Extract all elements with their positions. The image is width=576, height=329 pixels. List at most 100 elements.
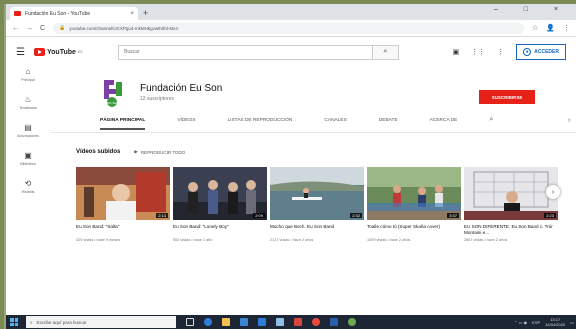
- clock[interactable]: 13:17 14/04/2020: [545, 317, 565, 327]
- video-thumbnail[interactable]: 2:13: [76, 167, 170, 220]
- account-icon: ●: [523, 48, 532, 56]
- rail-label: Historial: [21, 190, 35, 194]
- tab-videos[interactable]: VÍDEOS: [177, 118, 195, 130]
- video-thumbnail[interactable]: 2:32: [270, 167, 364, 220]
- tab-about[interactable]: ACERCA DE: [430, 118, 458, 130]
- uploads-shelf-header: Vídeos subidos ▶ REPRODUCIR TODO: [76, 149, 185, 155]
- rail-label: Biblioteca: [20, 162, 36, 166]
- browser-menu-icon[interactable]: ⋮: [563, 24, 570, 32]
- tab-channels[interactable]: CANALES: [324, 118, 346, 130]
- left-rail: ⌂ Principal ♨ Tendencias ▤ Suscripciones…: [6, 67, 50, 207]
- video-thumbnail[interactable]: 3:37: [367, 167, 461, 220]
- search-input[interactable]: [118, 44, 373, 60]
- windows-taskbar: ⌕ Escribe aquí para buscar ⌃ ▭ ◉ ESP 13:…: [6, 315, 576, 329]
- shelf-next-button[interactable]: ›: [546, 185, 560, 199]
- video-meta: 2867 vistas • hace 2 años: [464, 238, 508, 242]
- window-controls[interactable]: – □ ×: [494, 6, 570, 13]
- tab-divider: [50, 132, 576, 133]
- video-title[interactable]: Mucho que Bech. Eu Son Band: [270, 224, 364, 236]
- new-tab-button[interactable]: +: [143, 7, 148, 20]
- language-indicator[interactable]: ESP: [532, 320, 540, 325]
- sign-in-label: ACCEDER: [534, 49, 559, 55]
- windows-start-icon[interactable]: [10, 318, 18, 326]
- video-title[interactable]: Eu Son Band: "Lonely Boy": [173, 224, 267, 236]
- app-icon[interactable]: [276, 318, 284, 326]
- sign-in-button[interactable]: ● ACCEDER: [516, 44, 566, 60]
- channel-header: eu son Fundación Eu Son 12 suscriptores: [98, 76, 222, 108]
- settings-more-icon[interactable]: ⋮: [497, 48, 504, 56]
- subscriber-count: 12 suscriptores: [140, 95, 174, 102]
- star-icon[interactable]: ☆: [532, 24, 538, 32]
- address-bar: ← → C 🔒 youtube.com/channel/UCXPgu4-mkMH…: [6, 20, 576, 37]
- close-tab-icon[interactable]: ×: [130, 11, 134, 17]
- clock-date: 14/04/2020: [545, 322, 566, 327]
- video-card[interactable]: 2:32 Mucho que Bech. Eu Son Band 2127 vi…: [270, 167, 364, 242]
- video-duration: 2:23: [544, 213, 556, 218]
- play-all-button[interactable]: ▶ REPRODUCIR TODO: [134, 149, 185, 155]
- chrome-icon[interactable]: [312, 318, 320, 326]
- profile-icon[interactable]: 👤: [546, 24, 555, 32]
- tab-title: Fundación Eu Son - YouTube: [25, 10, 91, 17]
- shelf-title[interactable]: Vídeos subidos: [76, 149, 120, 155]
- url-text: youtube.com/channel/UCXPgu4-mkMHkgvwth0h…: [69, 25, 178, 31]
- rail-item-library[interactable]: ▣ Biblioteca: [20, 151, 35, 166]
- trending-icon: ♨: [24, 95, 32, 104]
- task-view-icon[interactable]: [186, 318, 194, 326]
- video-card[interactable]: 3:37 Toalle cómo tú (Super Skaña cover) …: [367, 167, 461, 242]
- browser-tab[interactable]: Fundación Eu Son - YouTube ×: [10, 7, 138, 20]
- video-card[interactable]: 2:13 Eu Son Band: "Salta" 429 vistas • h…: [76, 167, 170, 242]
- notifications-icon[interactable]: ▭: [570, 320, 574, 325]
- edge-icon[interactable]: [204, 318, 212, 326]
- rail-item-trending[interactable]: ♨ Tendencias: [19, 95, 37, 110]
- file-explorer-icon[interactable]: [222, 318, 230, 326]
- video-thumbnail[interactable]: 2:23: [464, 167, 558, 220]
- rail-item-home[interactable]: ⌂ Principal: [21, 67, 34, 82]
- reload-icon[interactable]: C: [40, 25, 45, 32]
- app-icon[interactable]: [348, 318, 356, 326]
- youtube-logo-text: YouTube: [47, 48, 76, 56]
- youtube-logo[interactable]: YouTube ES: [34, 48, 106, 56]
- library-icon: ▣: [24, 151, 32, 160]
- tab-playlists[interactable]: LISTAS DE REPRODUCCIÓN: [227, 118, 292, 130]
- system-tray-icons[interactable]: ⌃ ▭ ◉: [514, 320, 527, 325]
- app-icon[interactable]: [294, 318, 302, 326]
- play-icon: ▶: [134, 149, 138, 154]
- rail-item-subscriptions[interactable]: ▤ Suscripciones: [17, 123, 39, 138]
- video-thumbnail[interactable]: 2:09: [173, 167, 267, 220]
- video-duration: 2:32: [350, 213, 362, 218]
- video-meta: 552 vistas • hace 1 año: [173, 238, 213, 242]
- word-icon[interactable]: [330, 318, 338, 326]
- rail-label: Suscripciones: [17, 134, 39, 138]
- chevron-right-icon[interactable]: ›: [568, 117, 570, 124]
- forward-icon[interactable]: →: [26, 25, 33, 32]
- channel-search-icon[interactable]: ⌕: [489, 116, 493, 130]
- video-title[interactable]: Toalle cómo tú (Super Skaña cover): [367, 224, 461, 236]
- store-icon[interactable]: [240, 318, 248, 326]
- mail-icon[interactable]: [258, 318, 266, 326]
- history-icon: ⟲: [24, 179, 32, 188]
- subscribe-button[interactable]: SUSCRIBIRSE: [479, 90, 535, 104]
- video-meta: 1009 vistas • hace 2 años: [367, 238, 411, 242]
- home-icon: ⌂: [25, 67, 31, 76]
- apps-grid-icon[interactable]: ⋮⋮: [471, 48, 485, 56]
- search-button[interactable]: ⌕: [373, 44, 399, 60]
- tab-discussion[interactable]: DEBATE: [379, 118, 398, 130]
- video-title[interactable]: EU SON DIFERENTE. Eu Son Band c. Trúr Mo…: [464, 224, 558, 236]
- back-icon[interactable]: ←: [12, 25, 19, 32]
- rail-item-history[interactable]: ⟲ Historial: [22, 179, 35, 194]
- search-icon: ⌕: [30, 319, 33, 325]
- video-card[interactable]: 2:23 EU SON DIFERENTE. Eu Son Band c. Tr…: [464, 167, 558, 242]
- video-card[interactable]: 2:09 Eu Son Band: "Lonely Boy" 552 vista…: [173, 167, 267, 242]
- video-title[interactable]: Eu Son Band: "Salta": [76, 224, 170, 236]
- url-field[interactable]: 🔒 youtube.com/channel/UCXPgu4-mkMHkgvwth…: [53, 22, 524, 34]
- video-meta: 2127 vistas • hace 2 años: [270, 238, 314, 242]
- create-video-icon[interactable]: ▣: [453, 48, 460, 56]
- channel-avatar[interactable]: eu son: [98, 76, 130, 108]
- taskbar-search[interactable]: ⌕ Escribe aquí para buscar: [26, 316, 176, 328]
- youtube-favicon-icon: [14, 11, 21, 16]
- hamburger-menu-icon[interactable]: ☰: [16, 47, 34, 58]
- logo-region: ES: [77, 50, 83, 54]
- search-box: ⌕: [118, 44, 399, 60]
- video-shelf: 2:13 Eu Son Band: "Salta" 429 vistas • h…: [76, 167, 558, 242]
- tab-home[interactable]: PÁGINA PRINCIPAL: [100, 118, 146, 130]
